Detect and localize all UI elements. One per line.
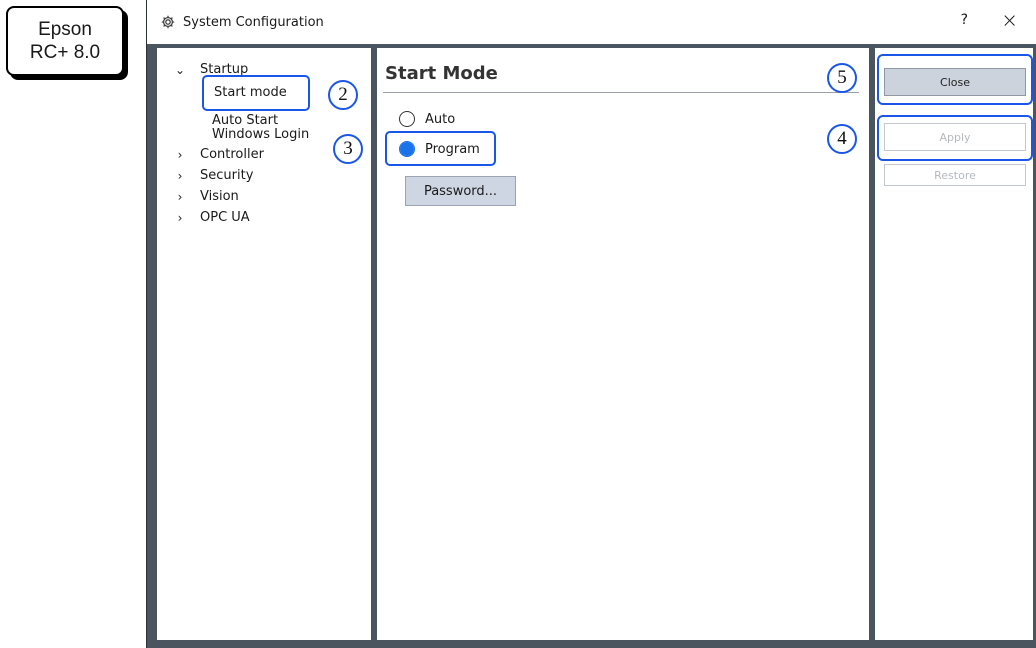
radio-program-label: Program: [425, 141, 480, 157]
chevron-right-icon[interactable]: ›: [174, 209, 186, 227]
start-mode-panel: Start Mode Auto Program 3 Password... 5 …: [333, 48, 869, 640]
callout-5: 5: [827, 63, 857, 93]
action-buttons-pane: Close Apply Restore: [875, 48, 1033, 640]
radio-selected-icon[interactable]: [399, 141, 415, 157]
close-button[interactable]: Close: [884, 68, 1026, 96]
callout-4: 4: [827, 124, 857, 154]
tree-item-label: Vision: [200, 189, 239, 204]
restore-button[interactable]: Restore: [884, 164, 1026, 186]
tree-item-label: Windows Login: [212, 127, 310, 142]
tree-item-label: Security: [200, 168, 254, 183]
radio-auto-label: Auto: [425, 111, 456, 127]
chevron-down-icon[interactable]: ⌄: [174, 61, 186, 79]
help-button[interactable]: ?: [961, 12, 968, 28]
gear-icon: [161, 15, 175, 29]
callout-3: 3: [333, 134, 363, 164]
apply-button[interactable]: Apply: [884, 123, 1026, 151]
tree-item-label: Start mode: [214, 85, 287, 100]
window-close-button[interactable]: ×: [1001, 8, 1018, 32]
radio-auto[interactable]: Auto: [399, 111, 455, 127]
password-button[interactable]: Password...: [405, 176, 516, 206]
radio-program[interactable]: Program: [385, 131, 496, 166]
section-divider: [383, 92, 859, 93]
chevron-right-icon[interactable]: ›: [174, 188, 186, 206]
section-title: Start Mode: [385, 63, 498, 84]
window-title: System Configuration: [183, 14, 324, 30]
tree-item-windows-login[interactable]: Windows Login: [157, 126, 357, 144]
version-badge: Epson RC+ 8.0: [6, 6, 124, 76]
radio-button-icon[interactable]: [399, 111, 415, 127]
tree-item-label: Controller: [200, 147, 264, 162]
badge-line-2: RC+ 8.0: [29, 42, 101, 63]
title-bar: System Configuration ? ×: [147, 0, 1036, 44]
callout-2: 2: [328, 80, 358, 110]
chevron-right-icon[interactable]: ›: [174, 167, 186, 185]
tree-item-start-mode[interactable]: Start mode: [202, 75, 310, 111]
chevron-right-icon[interactable]: ›: [174, 146, 186, 164]
system-configuration-window: System Configuration ? × ⌄ Startup Auto …: [146, 0, 1036, 648]
tree-item-label: OPC UA: [200, 210, 250, 225]
badge-line-1: Epson: [38, 19, 92, 40]
